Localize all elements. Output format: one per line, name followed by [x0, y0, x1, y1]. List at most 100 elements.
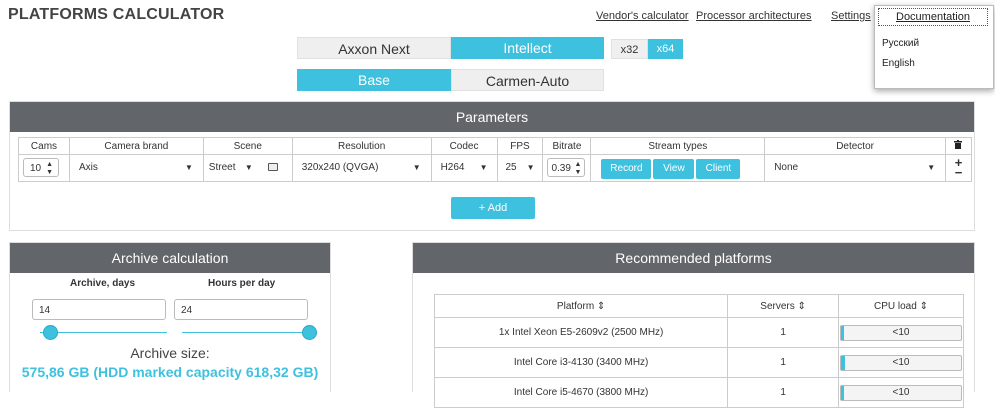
- chevron-down-icon: ▼: [479, 163, 488, 172]
- col-stream-types: Stream types: [590, 137, 766, 155]
- bitrate-stepper[interactable]: 0.39 ▲ ▼: [547, 158, 586, 177]
- col-servers[interactable]: Servers ⇕: [727, 294, 839, 318]
- parameters-row: 10 ▲ ▼ Axis ▼ Street ▼ 320x240 (QVGA) ▼ …: [18, 154, 973, 182]
- language-option-russian[interactable]: Русский: [882, 38, 919, 49]
- platform-name: Intel Core i5-4670 (3800 MHz): [433, 377, 729, 408]
- cell-cams: 10 ▲ ▼: [18, 154, 70, 182]
- archive-days-slider-handle[interactable]: [43, 325, 59, 340]
- platform-row: Intel Core i3-4130 (3400 MHz) 1 <10: [433, 347, 965, 378]
- archive-panel: Archive calculation Archive, days Hours …: [9, 242, 331, 392]
- hours-per-day-label: Hours per day: [208, 278, 276, 289]
- stepper-arrows-icon[interactable]: ▲ ▼: [46, 161, 53, 177]
- scene-select[interactable]: Street ▼: [205, 158, 258, 177]
- camera-brand-value: Axis: [78, 162, 98, 173]
- cell-codec: H264 ▼: [430, 154, 498, 182]
- chevron-down-icon: ▼: [927, 163, 936, 172]
- platform-cpu-cell: <10: [837, 317, 965, 348]
- parameters-header-row: Cams Camera brand Scene Resolution Codec…: [18, 137, 973, 155]
- col-resolution: Resolution: [291, 137, 432, 155]
- cell-detector: None ▼: [764, 154, 946, 182]
- stepper-arrows-icon[interactable]: ▲ ▼: [575, 161, 582, 177]
- platform-name: Intel Core i3-4130 (3400 MHz): [433, 347, 729, 378]
- col-platform[interactable]: Platform ⇕: [433, 294, 729, 318]
- platform-name: 1x Intel Xeon E5-2609v2 (2500 MHz): [433, 317, 729, 348]
- cell-bitrate: 0.39 ▲ ▼: [542, 154, 592, 182]
- chevron-down-icon: ▼: [244, 163, 253, 172]
- cpu-load-bar: <10: [839, 324, 962, 341]
- arch-x64-button[interactable]: x64: [648, 39, 683, 59]
- trash-icon[interactable]: [954, 140, 963, 149]
- chevron-down-icon: ▼: [412, 163, 421, 172]
- arch-x32-button[interactable]: x32: [611, 39, 648, 59]
- hours-per-day-slider-handle[interactable]: [302, 325, 317, 340]
- stream-record-button[interactable]: Record: [601, 159, 652, 179]
- scene-value: Street: [208, 162, 236, 173]
- fps-value: 25: [505, 162, 517, 173]
- cell-camera-brand: Axis ▼: [68, 154, 204, 182]
- codec-select[interactable]: H264 ▼: [434, 158, 493, 177]
- platform-servers: 1: [727, 377, 839, 408]
- col-detector: Detector: [764, 137, 946, 155]
- parameters-table: Cams Camera brand Scene Resolution Codec…: [18, 137, 973, 182]
- platform-servers: 1: [727, 347, 839, 378]
- camera-brand-select[interactable]: Axis ▼: [72, 158, 198, 177]
- platform-row: 1x Intel Xeon E5-2609v2 (2500 MHz) 1 <10: [433, 317, 965, 348]
- platform-cpu-cell: <10: [837, 377, 965, 408]
- chevron-down-icon: ▼: [185, 163, 193, 172]
- fps-select[interactable]: 25 ▼: [499, 158, 540, 177]
- minus-icon[interactable]: −: [946, 166, 971, 179]
- col-cpu-load[interactable]: CPU load ⇕: [837, 294, 965, 318]
- hours-per-day-input[interactable]: 24: [174, 299, 308, 320]
- parameters-panel: Parameters Cams Camera brand Scene Resol…: [9, 101, 975, 231]
- edition-base-button[interactable]: Base: [297, 69, 451, 91]
- codec-value: H264: [440, 162, 465, 173]
- resolution-select[interactable]: 320x240 (QVGA) ▼: [295, 158, 426, 177]
- col-scene: Scene: [202, 137, 293, 155]
- col-fps: FPS: [496, 137, 544, 155]
- cell-scene: Street ▼: [202, 154, 293, 182]
- platforms-header-row: Platform ⇕ Servers ⇕ CPU load ⇕: [433, 294, 965, 318]
- cpu-load-bar: <10: [839, 354, 962, 371]
- settings-link[interactable]: Settings: [831, 10, 871, 22]
- detector-value: None: [774, 162, 799, 173]
- bitrate-value: 0.39: [551, 163, 571, 174]
- resolution-value: 320x240 (QVGA): [301, 162, 379, 173]
- image-icon[interactable]: [267, 163, 278, 171]
- vendors-calculator-link[interactable]: Vendor's calculator: [596, 10, 689, 22]
- edition-carmen-auto-button[interactable]: Carmen-Auto: [451, 69, 604, 91]
- detector-select[interactable]: None ▼: [768, 158, 941, 177]
- documentation-dropdown: Documentation Русский English: [874, 5, 994, 89]
- cpu-load-value: <10: [892, 356, 910, 368]
- product-axxon-next-button[interactable]: Axxon Next: [297, 37, 451, 59]
- cell-resolution: 320x240 (QVGA) ▼: [291, 154, 432, 182]
- parameters-header: Parameters: [10, 102, 974, 132]
- cell-fps: 25 ▼: [496, 154, 544, 182]
- stream-client-button[interactable]: Client: [696, 159, 741, 179]
- documentation-link[interactable]: Documentation: [878, 8, 988, 26]
- col-delete: [944, 137, 973, 155]
- cpu-load-bar: <10: [839, 384, 962, 401]
- archive-days-input[interactable]: 14: [32, 299, 166, 320]
- add-camera-button[interactable]: + Add: [451, 197, 535, 219]
- cpu-load-value: <10: [892, 326, 910, 338]
- archive-days-slider[interactable]: [40, 332, 167, 333]
- cpu-load-fill: [840, 355, 845, 370]
- hours-per-day-slider[interactable]: [182, 332, 309, 333]
- product-intellect-button[interactable]: Intellect: [451, 37, 604, 59]
- platform-row: Intel Core i5-4670 (3800 MHz) 1 <10: [433, 377, 965, 408]
- stream-view-button[interactable]: View: [653, 159, 695, 179]
- col-codec: Codec: [430, 137, 498, 155]
- archive-size-label: Archive size:: [130, 345, 210, 361]
- archive-header: Archive calculation: [10, 243, 330, 273]
- chevron-down-icon: ▼: [526, 163, 535, 172]
- cpu-load-fill: [840, 385, 844, 400]
- cpu-load-value: <10: [892, 386, 910, 398]
- cell-stream-types: Record View Client: [590, 154, 766, 182]
- archive-size-value: 575,86 GB (HDD marked capacity 618,32 GB…: [21, 364, 319, 380]
- product-toggle: Axxon Next Intellect: [297, 37, 604, 59]
- cams-stepper[interactable]: 10 ▲ ▼: [23, 158, 59, 177]
- language-option-english[interactable]: English: [882, 58, 915, 69]
- platforms-table: Platform ⇕ Servers ⇕ CPU load ⇕ 1x Intel…: [433, 294, 965, 408]
- archive-days-label: Archive, days: [70, 278, 136, 289]
- processor-architectures-link[interactable]: Processor architectures: [696, 10, 812, 22]
